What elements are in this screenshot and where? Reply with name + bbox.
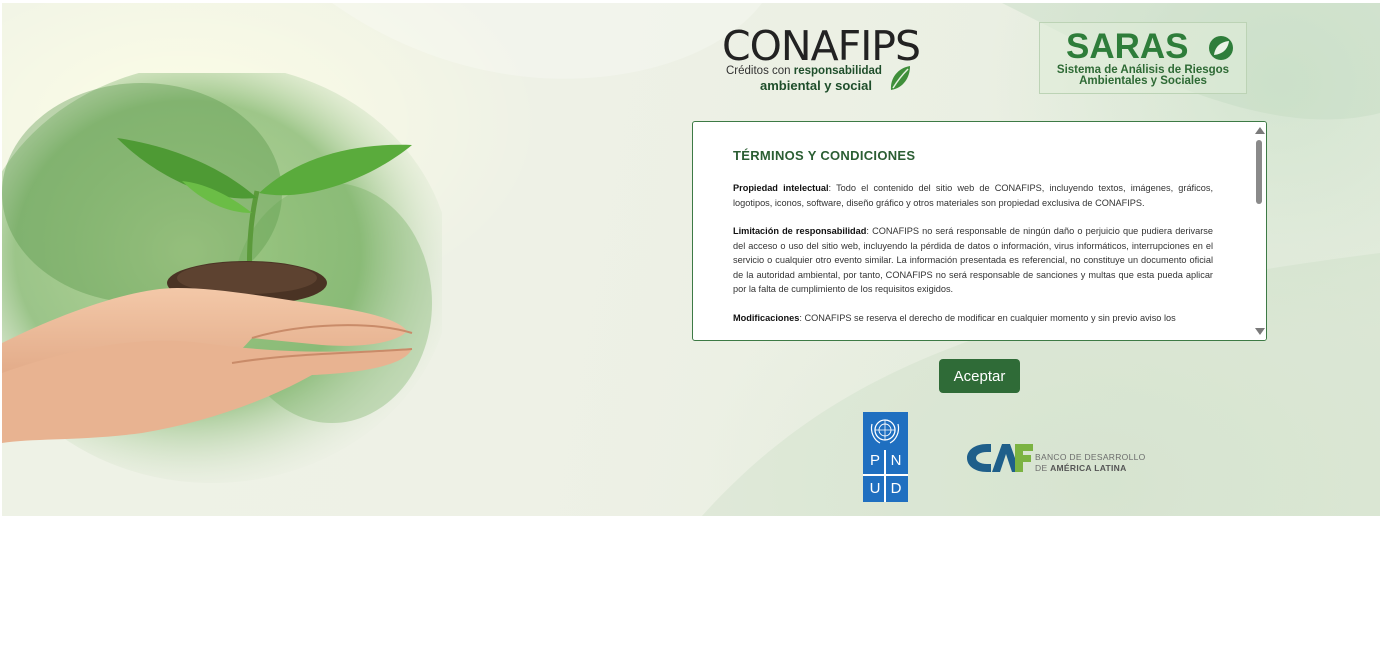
- saras-wordmark: SARAS: [1066, 27, 1189, 66]
- section-label: Modificaciones: [733, 312, 800, 323]
- pnud-logo: P N U D: [863, 412, 908, 502]
- scroll-up-icon[interactable]: [1255, 127, 1265, 134]
- pnud-letter: D: [890, 480, 902, 497]
- conafips-logo: CONAFIPS Créditos con responsabilidad am…: [722, 24, 921, 94]
- conafips-tagline-line1: Créditos con responsabilidad: [726, 65, 882, 77]
- section-label: Limitación de responsabilidad: [733, 226, 867, 236]
- scroll-thumb[interactable]: [1256, 140, 1262, 204]
- saras-subtitle: Sistema de Análisis de Riesgos Ambiental…: [1040, 64, 1246, 87]
- conafips-wordmark: CONAFIPS: [722, 22, 921, 70]
- terms-section-modifications: Modificaciones: CONAFIPS se reserva el d…: [733, 311, 1213, 326]
- caf-text-bold: AMÉRICA LATINA: [1050, 463, 1127, 473]
- pnud-letter: P: [869, 452, 880, 469]
- caf-logo: BANCO DE DESARROLLO DE AMÉRICA LATINA: [965, 440, 1145, 476]
- un-emblem-icon: [870, 419, 900, 444]
- section-text: : CONAFIPS no será responsable de ningún…: [733, 226, 1213, 294]
- leaf-icon: [1209, 36, 1233, 60]
- terms-content: TÉRMINOS Y CONDICIONES Propiedad intelec…: [733, 148, 1213, 339]
- caf-text-line2: DE AMÉRICA LATINA: [1035, 463, 1127, 473]
- terms-title: TÉRMINOS Y CONDICIONES: [733, 148, 916, 163]
- leaf-icon: [890, 66, 910, 90]
- terms-scrollbar[interactable]: [1252, 122, 1266, 340]
- pnud-letter: N: [890, 452, 902, 469]
- conafips-tagline-line2: ambiental y social: [760, 78, 872, 93]
- saras-logo: SARAS Sistema de Análisis de Riesgos Amb…: [1039, 22, 1247, 94]
- saras-subtitle-line2: Ambientales y Sociales: [1079, 75, 1207, 87]
- scroll-down-icon[interactable]: [1255, 328, 1265, 335]
- caf-text-line1: BANCO DE DESARROLLO: [1035, 452, 1146, 462]
- caf-text-prefix: DE: [1035, 463, 1048, 473]
- conafips-tagline-prefix: Créditos con: [726, 65, 791, 77]
- section-text: : CONAFIPS se reserva el derecho de modi…: [799, 312, 1176, 323]
- seedling-in-hands-illustration: [2, 73, 442, 483]
- terms-panel[interactable]: TÉRMINOS Y CONDICIONES Propiedad intelec…: [692, 121, 1267, 341]
- caf-mark-icon: [967, 444, 1033, 472]
- terms-section-liability: Limitación de responsabilidad: CONAFIPS …: [733, 224, 1213, 297]
- conafips-tagline-bold: responsabilidad: [793, 65, 882, 77]
- section-label: Propiedad intelectual: [733, 183, 829, 193]
- pnud-letter: U: [869, 480, 881, 497]
- terms-section-intellectual-property: Propiedad intelectual: Todo el contenido…: [733, 181, 1213, 210]
- accept-button[interactable]: Aceptar: [939, 359, 1020, 393]
